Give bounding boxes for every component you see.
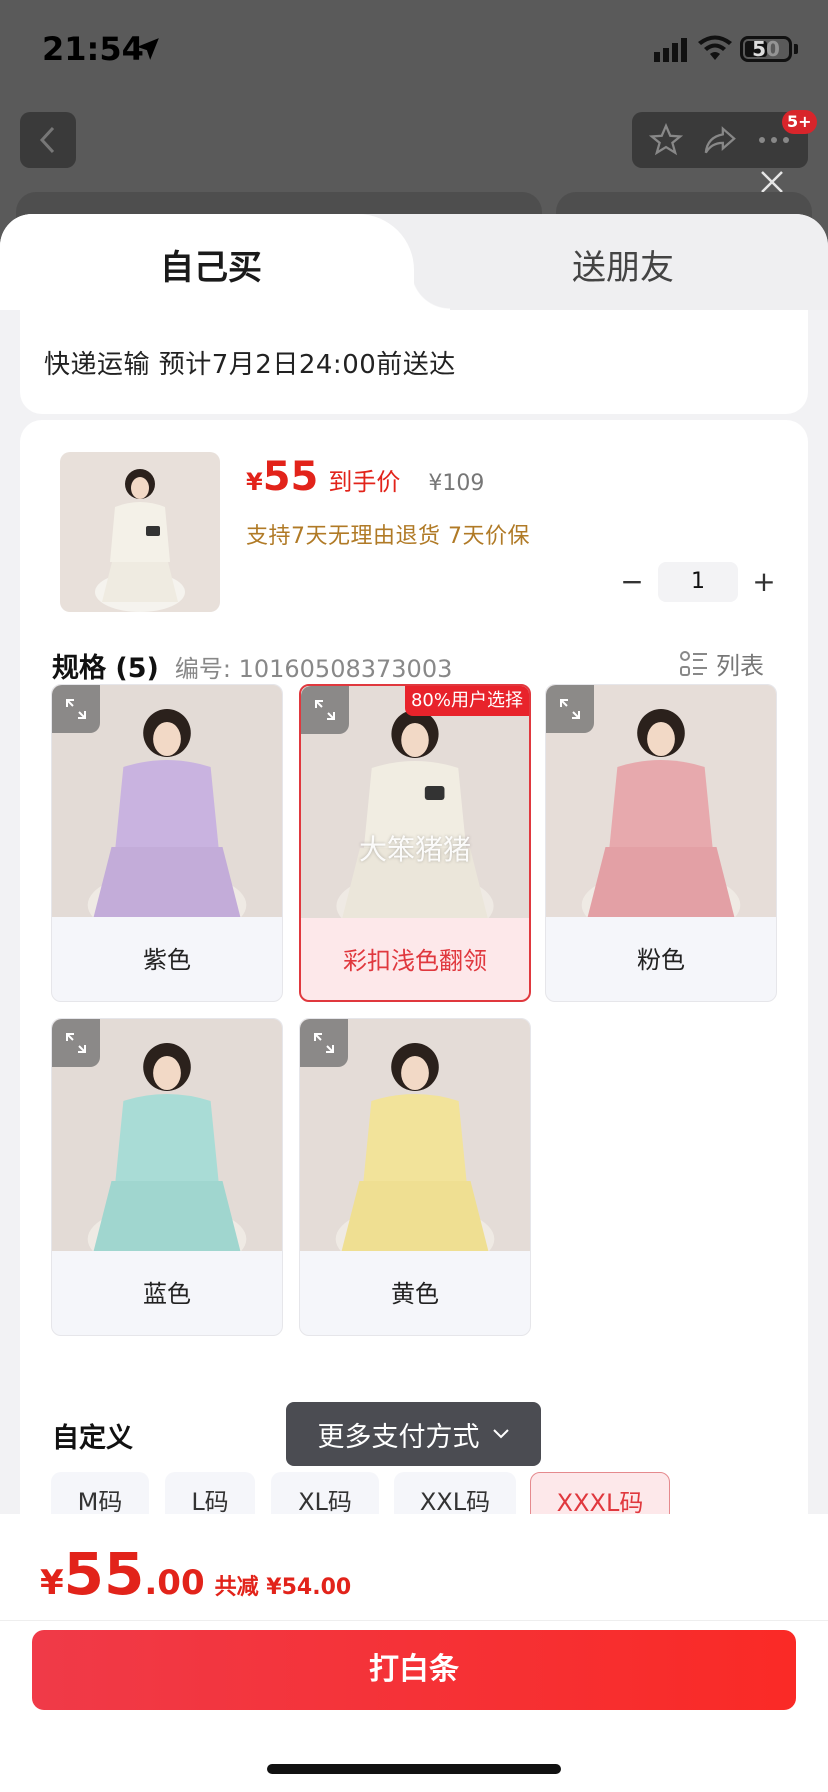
location-arrow-icon (137, 38, 159, 60)
quantity-input[interactable]: 1 (658, 562, 738, 602)
status-time: 21:54 (42, 30, 144, 68)
total-price: ¥ 55 .00 共减 ¥54.00 (40, 1540, 351, 1608)
purchase-tabs: 送朋友 自己买 (0, 214, 828, 310)
image-watermark: 大笨猪猪 (358, 833, 471, 866)
expand-icon (66, 699, 86, 719)
spec-option-blue[interactable]: 蓝色 (51, 1018, 283, 1336)
option-label: 彩扣浅色翻领 (343, 947, 487, 975)
back-button[interactable] (20, 112, 76, 168)
spec-title: 规格 (5) (52, 653, 159, 684)
expand-icon (560, 699, 580, 719)
delivery-info[interactable]: 快递运输 预计7月2日24:00前送达 (20, 310, 808, 414)
price-value: 55 (262, 454, 319, 500)
share-icon[interactable] (702, 123, 738, 157)
spec-option-purple[interactable]: 紫色 (51, 684, 283, 1002)
total-currency: ¥ (40, 1563, 64, 1603)
more-payment-options-button[interactable]: 更多支付方式 (286, 1402, 541, 1466)
price-row: ¥ 55 到手价 ¥109 (246, 454, 484, 500)
battery-tip (794, 44, 798, 54)
checkout-bar: ¥ 55 .00 共减 ¥54.00 打白条 (0, 1514, 828, 1792)
wifi-icon (698, 35, 732, 60)
option-label: 黄色 (391, 1280, 439, 1308)
expand-icon (66, 1033, 86, 1053)
quantity-stepper: − 1 + (612, 562, 784, 602)
list-toggle-label: 列表 (716, 652, 764, 680)
price-tag: 到手价 (328, 468, 401, 496)
option-label: 蓝色 (143, 1280, 191, 1308)
price-currency: ¥ (246, 468, 263, 496)
expand-button[interactable] (300, 1019, 348, 1067)
spec-option-cream-collar[interactable]: 80%用户选择 大笨猪猪 彩扣浅色翻领 (299, 684, 531, 1002)
decrement-button[interactable]: − (612, 562, 652, 602)
home-indicator (267, 1764, 561, 1774)
expand-button[interactable] (546, 685, 594, 733)
baitiao-pay-button[interactable]: 打白条 (32, 1630, 796, 1710)
product-thumbnail[interactable] (60, 452, 220, 612)
star-icon[interactable] (649, 123, 684, 157)
cellular-signal-icon (654, 38, 687, 62)
spec-option-yellow[interactable]: 黄色 (299, 1018, 531, 1336)
expand-icon (315, 700, 335, 720)
chevron-left-icon (39, 126, 55, 154)
product-code: 编号: 10160508373003 (174, 655, 453, 683)
more-payment-label: 更多支付方式 (317, 1421, 480, 1453)
option-label: 粉色 (637, 946, 685, 974)
status-bar: 21:54 50 (0, 0, 828, 100)
expand-icon (314, 1033, 334, 1053)
spec-header: 规格 (5) 编号: 10160508373003 (52, 646, 452, 685)
total-savings: 共减 ¥54.00 (214, 1575, 352, 1600)
tab-gift-label: 送朋友 (572, 248, 674, 288)
option-label: 紫色 (143, 946, 191, 974)
chevron-down-icon (492, 1429, 509, 1439)
increment-button[interactable]: + (744, 562, 784, 602)
service-guarantee: 支持7天无理由退货 7天价保 (246, 524, 530, 549)
expand-button[interactable] (52, 685, 100, 733)
more-icon[interactable] (757, 135, 791, 145)
divider (0, 1620, 828, 1621)
battery-level: 50 (752, 37, 780, 61)
total-integer: 55 (63, 1540, 145, 1608)
custom-size-title: 自定义 (52, 1423, 133, 1454)
spec-option-pink[interactable]: 粉色 (545, 684, 777, 1002)
tab-self-buy[interactable]: 自己买 (0, 214, 450, 310)
popular-choice-badge: 80%用户选择 (404, 686, 529, 716)
list-view-toggle[interactable]: 列表 (680, 646, 764, 681)
message-count-badge: 5+ (782, 110, 817, 134)
total-decimal: .00 (144, 1563, 205, 1603)
tab-self-buy-label: 自己买 (160, 248, 262, 288)
list-icon (680, 650, 707, 676)
battery-icon: 50 (740, 36, 792, 62)
delivery-text: 快递运输 预计7月2日24:00前送达 (44, 350, 456, 380)
expand-button[interactable] (52, 1019, 100, 1067)
expand-button[interactable] (301, 686, 349, 734)
original-price: ¥109 (428, 471, 485, 496)
